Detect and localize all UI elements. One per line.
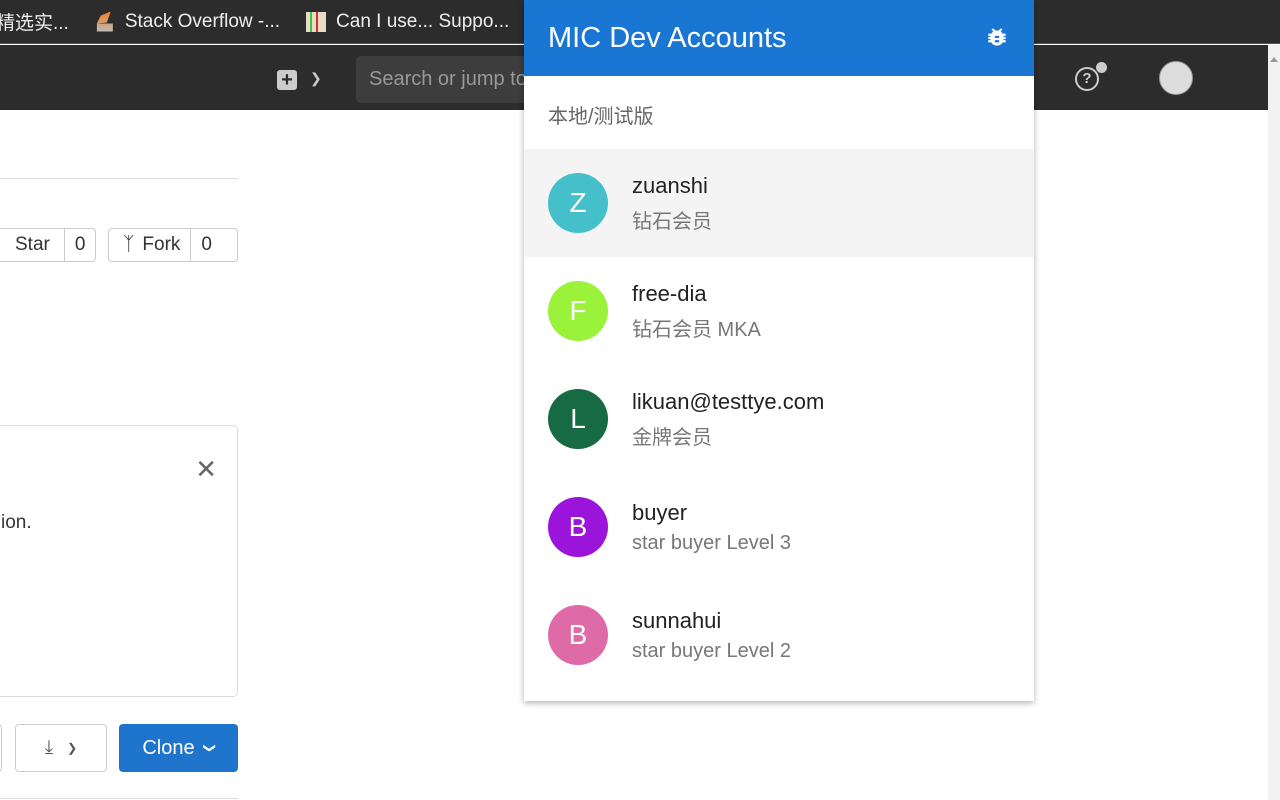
star-button[interactable]: Star 0 [0, 228, 96, 262]
scroll-up-arrow-icon[interactable] [1270, 57, 1278, 62]
account-list: Zzuanshi 钻石会员 Ffree-dia 钻石会员 MKA Llikuan@tes… [524, 149, 1034, 689]
account-name: free-dia [632, 280, 707, 306]
bug-icon[interactable] [984, 24, 1010, 52]
divider [0, 178, 238, 179]
close-icon[interactable]: ✕ [195, 454, 217, 485]
avatar: F [548, 281, 608, 341]
chevron-down-icon: ❯ [202, 742, 217, 754]
question-circle-icon[interactable]: ? [1075, 67, 1099, 91]
caniuse-icon [306, 11, 327, 32]
account-desc: star buyer Level 3 [632, 531, 791, 554]
scrollbar[interactable] [1268, 45, 1280, 800]
account-desc: star buyer Level 2 [632, 639, 791, 662]
account-item[interactable]: Zzuanshi 钻石会员 [524, 149, 1034, 257]
notification-dot [1096, 62, 1107, 73]
fork-button[interactable]: ᛉ Fork 0 [108, 228, 238, 262]
download-button[interactable]: ⤓ ❯ [15, 724, 107, 772]
chevron-down-icon[interactable]: ❯ [310, 70, 322, 87]
bookmark-stackoverflow[interactable]: Stack Overflow -... [95, 11, 280, 33]
account-desc: 金牌会员 [632, 426, 712, 449]
clone-button[interactable]: Clone ❯ [119, 724, 238, 772]
account-name: buyer [632, 499, 688, 525]
account-desc: 钻石会员 [632, 210, 712, 233]
account-desc: 钻石会员 MKA [632, 318, 761, 341]
bookmark-caniuse[interactable]: Can I use... Suppo... [306, 11, 509, 33]
fork-icon: ᛉ [123, 234, 135, 255]
plus-square-icon[interactable]: + [277, 70, 297, 90]
avatar: Z [548, 173, 608, 233]
avatar: B [548, 605, 608, 665]
avatar: L [548, 389, 608, 449]
account-item[interactable]: Llikuan@testtye.com 金牌会员 [524, 365, 1034, 473]
divider [0, 798, 238, 799]
download-icon: ⤓ [44, 737, 54, 758]
account-item[interactable]: Bbuyer star buyer Level 3 [524, 473, 1034, 581]
alert-card: ✕ ion. [0, 425, 238, 697]
accounts-popup: MIC Dev Accounts 本地/测试版 Zzuanshi 钻石会员 Ffre… [524, 0, 1034, 701]
account-name: likuan@testtye.com [632, 388, 825, 414]
avatar-icon[interactable] [1159, 61, 1193, 95]
bookmark-1[interactable]: 精选实... [0, 8, 69, 35]
account-item[interactable]: Ffree-dia 钻石会员 MKA [524, 257, 1034, 365]
account-name: sunnahui [632, 607, 722, 633]
popup-header: MIC Dev Accounts [524, 0, 1034, 76]
account-item[interactable]: Bsunnahui star buyer Level 2 [524, 581, 1034, 689]
account-name: zuanshi [632, 172, 708, 198]
button-partial[interactable] [0, 724, 2, 772]
environment-label: 本地/测试版 [548, 106, 654, 128]
avatar: B [548, 497, 608, 557]
stackoverflow-icon [96, 11, 113, 32]
